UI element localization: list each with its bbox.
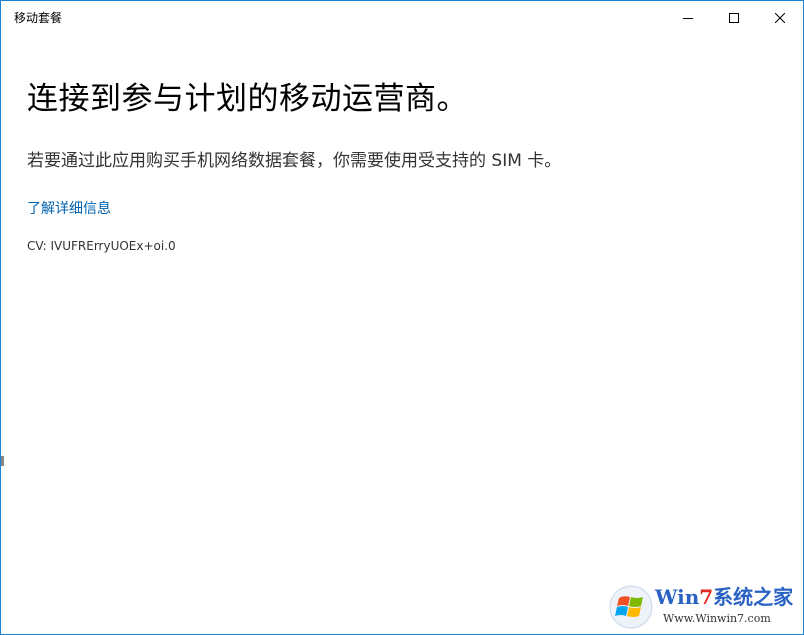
watermark-brand-suffix: 系统之家 <box>713 585 794 609</box>
window-title: 移动套餐 <box>14 11 63 25</box>
minimize-button[interactable] <box>665 1 711 34</box>
minimize-icon <box>683 17 693 19</box>
close-icon <box>775 12 785 23</box>
page-description: 若要通过此应用购买手机网络数据套餐，你需要使用受支持的 SIM 卡。 <box>27 151 562 171</box>
watermark: Win7系统之家 Www.Winwin7.com <box>605 581 803 633</box>
maximize-button[interactable] <box>711 1 757 34</box>
main-content: 连接到参与计划的移动运营商。 若要通过此应用购买手机网络数据套餐，你需要使用受支… <box>27 71 767 253</box>
window-edge-mark <box>1 456 4 466</box>
windows-logo-icon <box>609 585 653 629</box>
watermark-brand-accent: 7 <box>699 585 714 609</box>
app-window: 移动套餐 连接到参与计划的移动运营商。 若要通过此应用购买手机网络数据套餐，你需… <box>0 0 804 635</box>
page-heading: 连接到参与计划的移动运营商。 <box>27 81 468 117</box>
close-button[interactable] <box>757 1 803 34</box>
maximize-icon <box>729 12 739 23</box>
watermark-url: Www.Winwin7.com <box>663 612 771 625</box>
learn-more-link[interactable]: 了解详细信息 <box>27 199 111 219</box>
watermark-brand-prefix: Win <box>655 585 700 609</box>
title-bar[interactable]: 移动套餐 <box>1 1 803 34</box>
watermark-brand: Win7系统之家 <box>655 585 793 609</box>
cv-label: CV: IVUFRErryUOEx+oi.0 <box>27 239 176 253</box>
